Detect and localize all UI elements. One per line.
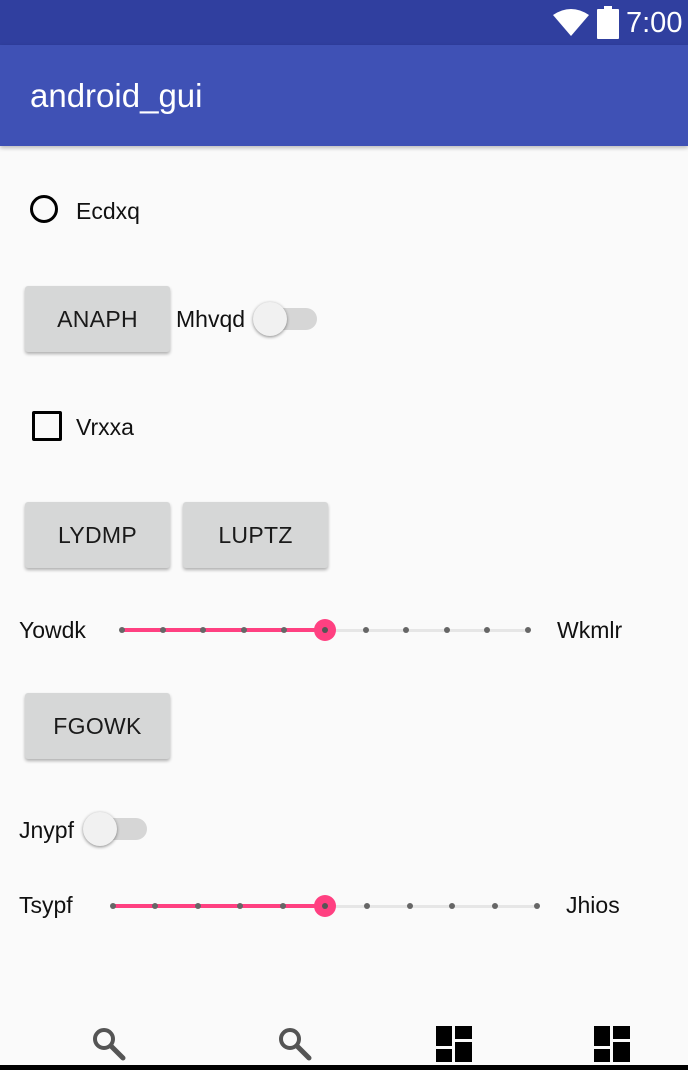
seekbar-1[interactable] [119, 618, 531, 642]
mhvqd-switch-label: Mhvqd [176, 306, 246, 332]
seekbar-2-tick [364, 903, 371, 909]
search-icon[interactable] [277, 1026, 313, 1062]
seekbar-2-tick [279, 903, 286, 909]
seekbar-1-tick [484, 627, 491, 633]
mhvqd-switch-thumb[interactable] [253, 302, 287, 336]
search-icon[interactable] [91, 1026, 127, 1062]
seekbar-2[interactable] [110, 894, 540, 918]
seekbar-2-tick [194, 903, 201, 909]
seekbar-1-tick [200, 627, 207, 633]
lydmp-button[interactable]: LYDMP [25, 502, 170, 568]
seekbar-2-tick [534, 903, 540, 909]
seekbar-2-progress [113, 904, 325, 908]
jnypf-switch-thumb[interactable] [83, 812, 117, 846]
seekbar-1-progress [122, 628, 325, 632]
seekbar-1-tick [119, 627, 125, 633]
dashboard-icon[interactable] [436, 1026, 472, 1062]
seekbar-1-tick [403, 627, 410, 633]
luptz-button[interactable]: LUPTZ [183, 502, 328, 568]
radio-button[interactable] [30, 195, 58, 223]
fgowk-button[interactable]: FGOWK [25, 693, 170, 759]
seekbar-2-thumb[interactable] [314, 895, 336, 917]
navigation-bar-edge [0, 1065, 688, 1070]
seekbar-2-right-label: Jhios [566, 892, 620, 918]
seekbar-1-tick [525, 627, 531, 633]
seekbar-2-left-label: Tsypf [19, 892, 73, 918]
seekbar-2-tick [237, 903, 244, 909]
battery-icon [597, 6, 619, 39]
anaph-button[interactable]: ANAPH [25, 286, 170, 352]
seekbar-1-thumb-dot [322, 627, 328, 633]
app-title: android_gui [30, 77, 203, 114]
radio-label[interactable]: Ecdxq [76, 197, 140, 225]
seekbar-1-thumb[interactable] [314, 619, 336, 641]
seekbar-2-thumb-dot [322, 903, 328, 909]
status-time: 7:00 [626, 7, 683, 39]
seekbar-1-tick [240, 627, 247, 633]
wifi-icon [553, 9, 589, 36]
jnypf-switch-label: Jnypf [19, 817, 74, 843]
seekbar-1-tick [159, 627, 166, 633]
seekbar-1-tick [443, 627, 450, 633]
seekbar-1-tick [281, 627, 288, 633]
checkbox-label[interactable]: Vrxxa [76, 413, 134, 441]
checkbox[interactable] [32, 411, 62, 441]
seekbar-2-tick [449, 903, 456, 909]
seekbar-2-tick [152, 903, 159, 909]
seekbar-1-right-label: Wkmlr [557, 617, 623, 643]
seekbar-2-tick [491, 903, 498, 909]
seekbar-2-tick [110, 903, 116, 909]
seekbar-1-left-label: Yowdk [19, 617, 86, 643]
seekbar-1-tick [362, 627, 369, 633]
seekbar-2-tick [406, 903, 413, 909]
dashboard-icon[interactable] [594, 1026, 630, 1062]
